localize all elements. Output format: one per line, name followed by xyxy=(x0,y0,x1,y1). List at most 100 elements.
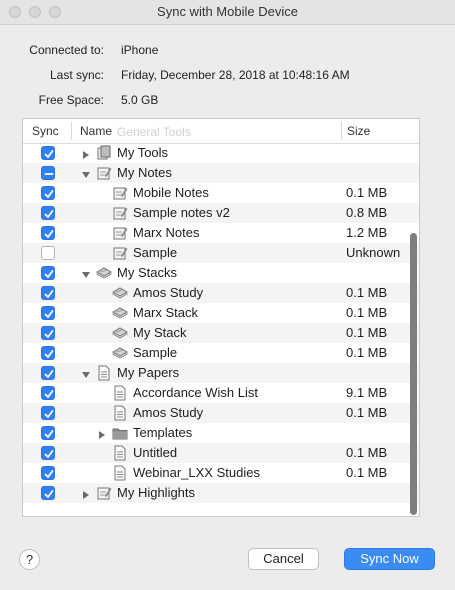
item-name: Untitled xyxy=(133,445,178,460)
table-row[interactable]: Templates xyxy=(23,423,419,443)
sync-checkbox[interactable] xyxy=(41,406,55,420)
item-name: Marx Stack xyxy=(133,305,199,320)
sync-checkbox[interactable] xyxy=(41,246,55,260)
last-sync-label: Last sync: xyxy=(49,68,104,82)
tools-icon xyxy=(96,145,112,161)
window-title: Sync with Mobile Device xyxy=(157,4,298,19)
disclosure-triangle-collapsed-icon[interactable] xyxy=(97,428,107,439)
disclosure-triangle-expanded-icon[interactable] xyxy=(81,168,91,178)
sync-checkbox[interactable] xyxy=(41,326,55,340)
sync-checkbox[interactable] xyxy=(41,306,55,320)
sync-checkbox[interactable] xyxy=(41,426,55,440)
sync-checkbox[interactable] xyxy=(41,226,55,240)
table-row[interactable]: Sample Unknown xyxy=(23,243,419,263)
table-row[interactable]: My Papers xyxy=(23,363,419,383)
sync-checkbox[interactable] xyxy=(41,166,55,180)
sync-checkbox[interactable] xyxy=(41,366,55,380)
item-size: 0.1 MB xyxy=(346,305,388,320)
folder-icon xyxy=(112,425,128,441)
item-size: 0.1 MB xyxy=(346,185,388,200)
sync-checkbox[interactable] xyxy=(41,186,55,200)
stack-icon xyxy=(111,345,129,361)
highlights-icon xyxy=(96,485,112,501)
free-space-label: Free Space: xyxy=(38,93,104,107)
item-name: Sample xyxy=(133,245,178,260)
item-name: Templates xyxy=(133,425,193,440)
last-sync-value: Friday, December 28, 2018 at 10:48:16 AM xyxy=(121,68,350,82)
size-column-header[interactable]: Size xyxy=(347,124,370,138)
paper-icon xyxy=(112,445,128,461)
item-name: Accordance Wish List xyxy=(133,385,258,400)
sync-checkbox[interactable] xyxy=(41,146,55,160)
drag-ghost-header: General Tools xyxy=(117,125,191,139)
stack-icon xyxy=(111,285,129,301)
table-row[interactable]: Webinar_LXX Studies 0.1 MB xyxy=(23,463,419,483)
disclosure-triangle-expanded-icon[interactable] xyxy=(81,268,91,278)
table-row[interactable]: Mobile Notes 0.1 MB xyxy=(23,183,419,203)
table-row[interactable]: Sample notes v2 0.8 MB xyxy=(23,203,419,223)
table-row[interactable]: Marx Stack 0.1 MB xyxy=(23,303,419,323)
sync-checkbox[interactable] xyxy=(41,446,55,460)
table-row[interactable]: Untitled 0.1 MB xyxy=(23,443,419,463)
item-name: Sample notes v2 xyxy=(133,205,230,220)
stack-icon xyxy=(111,325,129,341)
notes-icon xyxy=(112,245,128,261)
sync-column-header[interactable]: Sync xyxy=(32,124,59,138)
disclosure-triangle-expanded-icon[interactable] xyxy=(81,368,91,378)
sync-checkbox[interactable] xyxy=(41,466,55,480)
paper-icon xyxy=(112,385,128,401)
sync-checkbox[interactable] xyxy=(41,386,55,400)
sync-checkbox[interactable] xyxy=(41,286,55,300)
item-size: 0.1 MB xyxy=(346,445,388,460)
notes-icon xyxy=(112,225,128,241)
paper-icon xyxy=(112,465,128,481)
notes-icon xyxy=(112,205,128,221)
table-row[interactable]: Sample 0.1 MB xyxy=(23,343,419,363)
title-bar: Sync with Mobile Device xyxy=(0,0,455,25)
stack-icon xyxy=(95,265,113,281)
table-row[interactable]: Marx Notes 1.2 MB xyxy=(23,223,419,243)
column-divider xyxy=(341,122,342,140)
table-row[interactable]: Accordance Wish List 9.1 MB xyxy=(23,383,419,403)
sync-now-button[interactable]: Sync Now xyxy=(344,548,435,570)
table-row[interactable]: My Tools xyxy=(23,143,419,163)
item-name: My Papers xyxy=(117,365,180,380)
table-row[interactable]: Amos Study 0.1 MB xyxy=(23,403,419,423)
item-name: My Highlights xyxy=(117,485,196,500)
item-name: My Tools xyxy=(117,145,169,160)
table-row[interactable]: Amos Study 0.1 MB xyxy=(23,283,419,303)
sync-table[interactable]: Sync Name General Tools Size My Tools My … xyxy=(22,118,420,517)
item-name: Amos Study xyxy=(133,405,204,420)
item-size: 0.1 MB xyxy=(346,325,388,340)
vertical-scrollbar[interactable] xyxy=(410,233,417,515)
table-row[interactable]: My Stacks xyxy=(23,263,419,283)
sync-checkbox[interactable] xyxy=(41,486,55,500)
name-column-header[interactable]: Name xyxy=(80,124,112,138)
table-row[interactable]: My Stack 0.1 MB xyxy=(23,323,419,343)
item-size: 0.1 MB xyxy=(346,405,388,420)
sync-checkbox[interactable] xyxy=(41,346,55,360)
item-size: 0.1 MB xyxy=(346,345,388,360)
scrollbar-thumb[interactable] xyxy=(410,233,417,515)
item-size: 9.1 MB xyxy=(346,385,388,400)
table-row[interactable]: My Notes xyxy=(23,163,419,183)
stack-icon xyxy=(111,305,129,321)
sync-checkbox[interactable] xyxy=(41,206,55,220)
item-name: My Stack xyxy=(133,325,187,340)
disclosure-triangle-collapsed-icon[interactable] xyxy=(81,488,91,499)
item-name: Amos Study xyxy=(133,285,204,300)
paper-icon xyxy=(96,365,112,381)
cancel-button[interactable]: Cancel xyxy=(248,548,319,570)
sync-checkbox[interactable] xyxy=(41,266,55,280)
item-name: My Notes xyxy=(117,165,172,180)
connected-to-value: iPhone xyxy=(121,43,159,57)
item-name: Marx Notes xyxy=(133,225,200,240)
disclosure-triangle-collapsed-icon[interactable] xyxy=(81,148,91,159)
table-header: Sync Name General Tools Size xyxy=(23,119,419,144)
connected-to-label: Connected to: xyxy=(29,43,104,57)
help-button[interactable]: ? xyxy=(19,549,40,570)
notes-icon xyxy=(112,185,128,201)
item-size: 0.1 MB xyxy=(346,465,388,480)
table-row[interactable]: My Highlights xyxy=(23,483,419,503)
item-name: Mobile Notes xyxy=(133,185,209,200)
